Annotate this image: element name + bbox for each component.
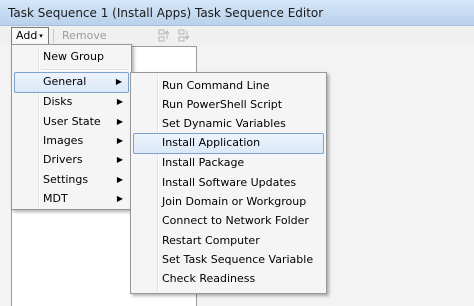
menu-item-user-state[interactable]: User State ▶	[14, 112, 129, 133]
menu-item-label: Disks	[43, 95, 73, 108]
chevron-right-icon: ▶	[116, 97, 123, 106]
menu-item-label: Install Package	[162, 156, 245, 169]
menu-item-run-command-line[interactable]: Run Command Line	[133, 76, 324, 97]
menu-item-label: Check Readiness	[162, 272, 256, 285]
menu-item-label: Set Dynamic Variables	[162, 117, 286, 130]
menu-item-set-dynamic-variables[interactable]: Set Dynamic Variables	[133, 114, 324, 135]
menu-item-drivers[interactable]: Drivers ▶	[14, 150, 129, 171]
chevron-down-icon: ▾	[39, 32, 43, 40]
menu-item-settings[interactable]: Settings ▶	[14, 170, 129, 191]
menu-item-images[interactable]: Images ▶	[14, 131, 129, 152]
chevron-right-icon: ▶	[116, 175, 123, 184]
menu-item-label: Settings	[43, 173, 89, 186]
toolbar-separator	[53, 29, 54, 43]
move-up-icon[interactable]	[158, 29, 172, 42]
chevron-right-icon: ▶	[116, 194, 123, 203]
menu-item-join-domain-or-workgroup[interactable]: Join Domain or Workgroup	[133, 192, 324, 213]
menu-item-run-powershell-script[interactable]: Run PowerShell Script	[133, 95, 324, 116]
menu-item-new-group[interactable]: New Group	[14, 47, 129, 68]
menu-item-connect-to-network-folder[interactable]: Connect to Network Folder	[133, 211, 324, 232]
chevron-right-icon: ▶	[116, 136, 123, 145]
chevron-right-icon: ▶	[116, 117, 123, 126]
menu-item-general[interactable]: General ▶	[14, 72, 129, 93]
menu-item-label: Install Application	[162, 136, 261, 149]
menu-item-label: Run PowerShell Script	[162, 98, 283, 111]
menu-item-label: MDT	[43, 192, 68, 205]
menu-item-install-application[interactable]: Install Application	[133, 133, 324, 154]
move-down-icon[interactable]	[178, 29, 192, 42]
add-button-label: Add	[16, 29, 38, 42]
general-submenu: Run Command Line Run PowerShell Script S…	[130, 72, 327, 294]
menu-item-label: Connect to Network Folder	[162, 214, 309, 227]
menu-item-label: Restart Computer	[162, 234, 260, 247]
menu-item-install-package[interactable]: Install Package	[133, 153, 324, 174]
menu-item-label: Run Command Line	[162, 79, 270, 92]
add-button[interactable]: Add ▾	[11, 27, 49, 45]
menu-item-label: Install Software Updates	[162, 176, 297, 189]
menu-item-disks[interactable]: Disks ▶	[14, 92, 129, 113]
menu-item-label: Drivers	[43, 153, 83, 166]
title-bar: Task Sequence 1 (Install Apps) Task Sequ…	[0, 0, 474, 26]
menu-item-restart-computer[interactable]: Restart Computer	[133, 231, 324, 252]
chevron-right-icon: ▶	[115, 77, 122, 86]
menu-item-mdt[interactable]: MDT ▶	[14, 189, 129, 210]
remove-button[interactable]: Remove	[57, 27, 112, 45]
menu-item-label: Join Domain or Workgroup	[162, 195, 307, 208]
menu-item-label: General	[43, 75, 87, 88]
chevron-right-icon: ▶	[116, 155, 123, 164]
menu-item-label: User State	[43, 115, 101, 128]
toolbar: Add ▾ Remove	[0, 26, 474, 46]
menu-item-install-software-updates[interactable]: Install Software Updates	[133, 173, 324, 194]
menu-item-label: New Group	[43, 50, 104, 63]
menu-item-set-task-sequence-variable[interactable]: Set Task Sequence Variable	[133, 250, 324, 271]
menu-item-label: Images	[43, 134, 84, 147]
window-title: Task Sequence 1 (Install Apps) Task Sequ…	[8, 6, 324, 20]
menu-item-label: Set Task Sequence Variable	[162, 253, 314, 266]
menu-item-check-readiness[interactable]: Check Readiness	[133, 269, 324, 290]
menu-separator	[42, 69, 128, 71]
add-menu: New Group General ▶ Disks ▶ User State ▶…	[11, 44, 132, 210]
